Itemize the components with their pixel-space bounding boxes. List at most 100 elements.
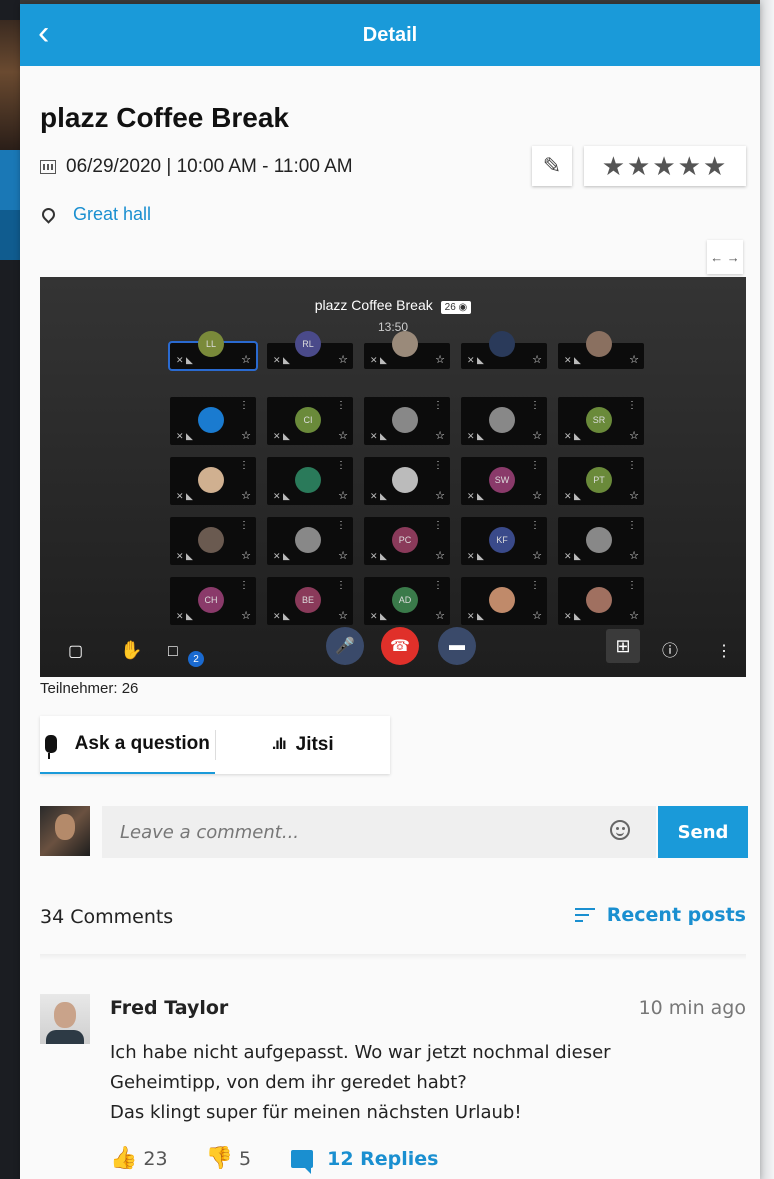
- participant-tile[interactable]: ✕ ◣ ☆: [558, 331, 644, 369]
- chat-icon[interactable]: □: [168, 643, 178, 661]
- star-icon[interactable]: ☆: [532, 489, 542, 502]
- thumbs-down-icon[interactable]: 👎: [206, 1146, 233, 1171]
- tile-menu-icon[interactable]: ⋮: [433, 520, 443, 531]
- info-icon[interactable]: ⓘ: [662, 637, 678, 661]
- camera-off-button[interactable]: ▬: [438, 627, 476, 665]
- star-icon[interactable]: ☆: [338, 609, 348, 622]
- star-icon[interactable]: ☆: [435, 489, 445, 502]
- participant-tile[interactable]: ✕ ◣ ☆ ⋮: [170, 457, 256, 505]
- tile-menu-icon[interactable]: ⋮: [336, 460, 346, 471]
- participant-tile[interactable]: SW ✕ ◣ ☆ ⋮: [461, 457, 547, 505]
- tab-ask-question[interactable]: Ask a question: [40, 716, 215, 774]
- star-icon[interactable]: ☆: [629, 489, 639, 502]
- participant-tile[interactable]: ✕ ◣ ☆ ⋮: [170, 397, 256, 445]
- tile-menu-icon[interactable]: ⋮: [239, 580, 249, 591]
- tile-menu-icon[interactable]: ⋮: [433, 580, 443, 591]
- star-icon[interactable]: ☆: [532, 609, 542, 622]
- more-options-icon[interactable]: ⋮: [716, 641, 732, 661]
- participant-tile[interactable]: ✕ ◣ ☆ ⋮: [267, 517, 353, 565]
- star-icon[interactable]: ☆: [532, 429, 542, 442]
- star-icon[interactable]: ☆: [241, 353, 251, 366]
- sort-recent-posts-button[interactable]: Recent posts: [574, 904, 746, 926]
- raise-hand-icon[interactable]: ✋: [120, 640, 142, 661]
- tile-menu-icon[interactable]: ⋮: [336, 520, 346, 531]
- tile-menu-icon[interactable]: ⋮: [336, 400, 346, 411]
- tab-jitsi[interactable]: .ılı Jitsi: [216, 716, 391, 774]
- participant-tile[interactable]: ✕ ◣ ☆ ⋮: [364, 457, 450, 505]
- tile-menu-icon[interactable]: ⋮: [336, 580, 346, 591]
- tile-menu-icon[interactable]: ⋮: [433, 400, 443, 411]
- tile-menu-icon[interactable]: ⋮: [530, 400, 540, 411]
- star-icon[interactable]: ☆: [241, 489, 251, 502]
- chevron-left-icon[interactable]: ‹: [38, 16, 49, 50]
- tile-menu-icon[interactable]: ⋮: [530, 580, 540, 591]
- participant-tile[interactable]: ✕ ◣ ☆ ⋮: [558, 517, 644, 565]
- screen-share-icon[interactable]: ▢: [68, 641, 83, 661]
- tile-menu-icon[interactable]: ⋮: [627, 580, 637, 591]
- star-icon[interactable]: ☆: [435, 353, 445, 366]
- dislike-count: 5: [239, 1147, 252, 1170]
- participant-tile[interactable]: ✕ ◣ ☆ ⋮: [461, 577, 547, 625]
- participant-tile[interactable]: PC ✕ ◣ ☆ ⋮: [364, 517, 450, 565]
- rating-stars[interactable]: ★★★★★: [584, 146, 746, 186]
- mute-mic-button[interactable]: 🎤: [326, 627, 364, 665]
- tile-menu-icon[interactable]: ⋮: [530, 460, 540, 471]
- star-icon[interactable]: ☆: [629, 429, 639, 442]
- video-conference[interactable]: plazz Coffee Break 26 ◉ 13:50 LL ✕ ◣ ☆ RL ✕ …: [40, 277, 746, 677]
- star-icon[interactable]: ☆: [241, 429, 251, 442]
- star-icon[interactable]: ☆: [629, 549, 639, 562]
- participant-tile[interactable]: SR ✕ ◣ ☆ ⋮: [558, 397, 644, 445]
- participant-tile[interactable]: PT ✕ ◣ ☆ ⋮: [558, 457, 644, 505]
- tile-menu-icon[interactable]: ⋮: [433, 460, 443, 471]
- star-icon[interactable]: ☆: [241, 549, 251, 562]
- star-icon[interactable]: ☆: [629, 609, 639, 622]
- emoji-icon[interactable]: [610, 820, 630, 840]
- participant-tile[interactable]: LL ✕ ◣ ☆: [168, 331, 258, 371]
- hangup-button[interactable]: ☎: [381, 627, 419, 665]
- tile-menu-icon[interactable]: ⋮: [239, 460, 249, 471]
- participant-tile[interactable]: CI ✕ ◣ ☆ ⋮: [267, 397, 353, 445]
- star-icon[interactable]: ☆: [241, 609, 251, 622]
- star-icon[interactable]: ☆: [435, 429, 445, 442]
- thumbs-up-icon[interactable]: 👍: [110, 1146, 137, 1171]
- post-author[interactable]: Fred Taylor: [110, 997, 228, 1019]
- replies-button[interactable]: 12 Replies: [291, 1148, 439, 1174]
- tile-view-button[interactable]: ⊞: [606, 629, 640, 663]
- event-location-row[interactable]: Great hall: [39, 204, 151, 225]
- tile-menu-icon[interactable]: ⋮: [627, 400, 637, 411]
- star-icon[interactable]: ☆: [435, 549, 445, 562]
- tile-menu-icon[interactable]: ⋮: [530, 520, 540, 531]
- participant-tile[interactable]: AD ✕ ◣ ☆ ⋮: [364, 577, 450, 625]
- star-icon[interactable]: ☆: [629, 353, 639, 366]
- event-location-link[interactable]: Great hall: [73, 204, 151, 225]
- background-edge: [760, 0, 774, 1179]
- muted-icon: ✕ ◣: [273, 611, 290, 621]
- star-icon[interactable]: ☆: [338, 489, 348, 502]
- tile-menu-icon[interactable]: ⋮: [627, 520, 637, 531]
- participant-tile[interactable]: ✕ ◣ ☆: [364, 331, 450, 369]
- tile-menu-icon[interactable]: ⋮: [627, 460, 637, 471]
- participant-tile[interactable]: ✕ ◣ ☆ ⋮: [364, 397, 450, 445]
- participant-tile[interactable]: ✕ ◣ ☆ ⋮: [558, 577, 644, 625]
- participant-tile[interactable]: BE ✕ ◣ ☆ ⋮: [267, 577, 353, 625]
- star-icon[interactable]: ☆: [435, 609, 445, 622]
- star-icon[interactable]: ☆: [338, 549, 348, 562]
- star-icon[interactable]: ☆: [532, 549, 542, 562]
- edit-button[interactable]: ✎: [532, 146, 572, 186]
- send-button[interactable]: Send: [658, 806, 748, 858]
- avatar[interactable]: [40, 994, 90, 1044]
- comment-input[interactable]: [102, 806, 656, 858]
- participant-tile[interactable]: ✕ ◣ ☆: [461, 331, 547, 369]
- expand-video-button[interactable]: ← →: [707, 240, 743, 274]
- tile-menu-icon[interactable]: ⋮: [239, 400, 249, 411]
- participant-tile[interactable]: CH ✕ ◣ ☆ ⋮: [170, 577, 256, 625]
- participant-tile[interactable]: ✕ ◣ ☆ ⋮: [267, 457, 353, 505]
- star-icon[interactable]: ☆: [338, 429, 348, 442]
- star-icon[interactable]: ☆: [532, 353, 542, 366]
- participant-tile[interactable]: RL ✕ ◣ ☆: [267, 331, 353, 369]
- tile-menu-icon[interactable]: ⋮: [239, 520, 249, 531]
- participant-tile[interactable]: ✕ ◣ ☆ ⋮: [461, 397, 547, 445]
- participant-tile[interactable]: ✕ ◣ ☆ ⋮: [170, 517, 256, 565]
- participant-tile[interactable]: KF ✕ ◣ ☆ ⋮: [461, 517, 547, 565]
- star-icon[interactable]: ☆: [338, 353, 348, 366]
